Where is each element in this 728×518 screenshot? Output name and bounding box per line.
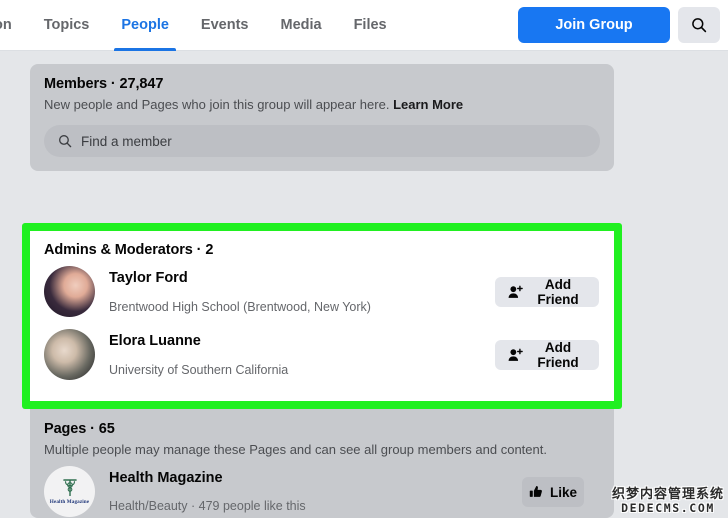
like-button[interactable]: Like	[522, 477, 584, 507]
tab-files[interactable]: Files	[338, 0, 403, 51]
health-magazine-logo-icon: Health Magazine	[44, 466, 95, 517]
pages-section: Pages · 65 Multiple people may manage th…	[30, 409, 614, 518]
tab-label: on	[0, 17, 12, 33]
avatar[interactable]: Health Magazine	[44, 466, 95, 517]
members-header-block: Members · 27,847 New people and Pages wh…	[30, 64, 614, 171]
tab-label: Media	[280, 17, 321, 33]
tab-label: Files	[354, 17, 387, 33]
tab-label: Events	[201, 17, 249, 33]
admins-moderators-section: Admins & Moderators · 2 Taylor Ford Bren…	[30, 231, 614, 401]
people-content-area: Members · 27,847 New people and Pages wh…	[0, 51, 728, 518]
members-description-text: New people and Pages who join this group…	[44, 97, 389, 112]
tab-media[interactable]: Media	[264, 0, 337, 51]
watermark-chinese-text: 织梦内容管理系统	[612, 488, 724, 501]
admins-title: Admins & Moderators · 2	[44, 242, 600, 258]
search-button[interactable]	[678, 7, 720, 43]
person-meta: Brentwood High School (Brentwood, New Yo…	[109, 299, 371, 315]
add-friend-button[interactable]: Add Friend	[495, 277, 599, 307]
join-group-button[interactable]: Join Group	[518, 7, 670, 43]
avatar[interactable]	[44, 329, 95, 380]
person-name[interactable]: Elora Luanne	[109, 332, 288, 350]
health-magazine-logo-text: Health Magazine	[50, 499, 89, 505]
add-friend-icon	[508, 285, 523, 299]
list-item-text: Health Magazine Health/Beauty · 479 peop…	[109, 466, 306, 514]
page-meta: Health/Beauty · 479 people like this	[109, 498, 306, 514]
add-friend-label: Add Friend	[530, 340, 586, 370]
page-name[interactable]: Health Magazine	[109, 469, 306, 487]
avatar[interactable]	[44, 266, 95, 317]
tab-events[interactable]: Events	[185, 0, 265, 51]
find-a-member-input[interactable]: Find a member	[44, 125, 600, 157]
pages-title: Pages · 65	[44, 421, 600, 437]
find-a-member-placeholder: Find a member	[81, 134, 172, 149]
list-item-text: Elora Luanne University of Southern Cali…	[109, 329, 288, 378]
members-card: Members · 27,847 New people and Pages wh…	[30, 64, 614, 171]
search-icon	[691, 17, 707, 33]
thumbs-up-icon	[529, 485, 543, 499]
person-name[interactable]: Taylor Ford	[109, 269, 371, 287]
pages-description: Multiple people may manage these Pages a…	[44, 441, 600, 458]
list-item[interactable]: Health Magazine Health Magazine Health/B…	[44, 458, 600, 518]
search-icon	[58, 134, 72, 148]
dedecms-watermark: 织梦内容管理系统 DEDECMS.COM	[612, 488, 724, 515]
tab-people[interactable]: People	[105, 0, 185, 51]
tab-label: People	[121, 17, 169, 33]
like-label: Like	[550, 485, 577, 500]
admins-highlight-box: Admins & Moderators · 2 Taylor Ford Bren…	[22, 223, 622, 409]
list-item[interactable]: Elora Luanne University of Southern Cali…	[44, 321, 600, 384]
members-title: Members · 27,847	[44, 76, 600, 92]
watermark-domain-text: DEDECMS.COM	[612, 503, 724, 515]
tab-topics[interactable]: Topics	[28, 0, 106, 51]
add-friend-button[interactable]: Add Friend	[495, 340, 599, 370]
learn-more-link[interactable]: Learn More	[393, 97, 463, 112]
members-description: New people and Pages who join this group…	[44, 96, 600, 113]
add-friend-icon	[508, 348, 523, 362]
add-friend-label: Add Friend	[530, 277, 586, 307]
list-item-text: Taylor Ford Brentwood High School (Brent…	[109, 266, 371, 315]
person-meta: University of Southern California	[109, 362, 288, 378]
tab-list: on Topics People Events Media Files	[0, 0, 403, 51]
tab-label: Topics	[44, 17, 90, 33]
top-navigation-bar: on Topics People Events Media Files Join…	[0, 0, 728, 51]
list-item[interactable]: Taylor Ford Brentwood High School (Brent…	[44, 258, 600, 321]
tab-discussion[interactable]: on	[0, 0, 28, 51]
topbar-actions: Join Group	[518, 7, 720, 43]
